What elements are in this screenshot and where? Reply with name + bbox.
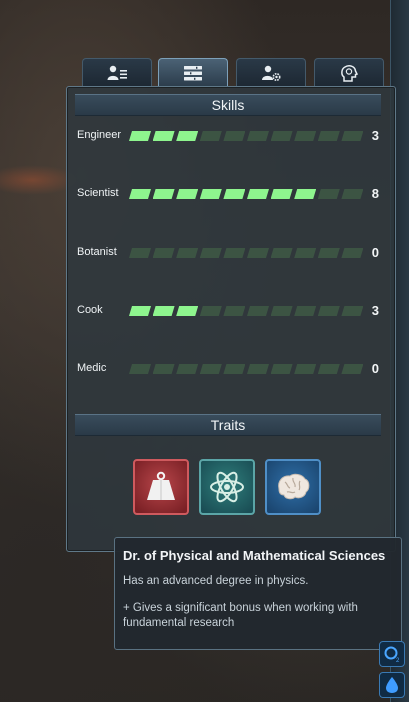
skill-segment xyxy=(223,364,245,374)
skill-segment xyxy=(294,189,316,199)
atom-icon xyxy=(210,471,244,503)
skill-segment xyxy=(129,364,151,374)
skill-segment xyxy=(153,248,175,258)
skill-value: 0 xyxy=(371,361,379,376)
skill-segment xyxy=(341,306,363,316)
skill-segment xyxy=(341,364,363,374)
skill-segment xyxy=(200,364,222,374)
character-panel: Skills Engineer 3 Scientist 8 Botanist 0… xyxy=(66,86,396,552)
skill-row-medic: Medic 0 xyxy=(77,361,387,377)
weight-icon xyxy=(147,471,175,500)
skill-segment xyxy=(223,131,245,141)
skill-bar xyxy=(129,131,365,141)
skill-segment xyxy=(318,189,340,199)
traits-header: Traits xyxy=(75,414,381,436)
skill-segment xyxy=(247,306,269,316)
skill-segment xyxy=(176,248,198,258)
skill-segment xyxy=(176,306,198,316)
skill-row-botanist: Botanist 0 xyxy=(77,245,387,261)
skill-bar xyxy=(129,189,365,199)
brain-icon xyxy=(278,473,310,500)
skill-segment xyxy=(200,189,222,199)
water-button[interactable] xyxy=(379,672,405,698)
trait-atom[interactable] xyxy=(199,459,255,515)
skills-header: Skills xyxy=(75,94,381,116)
skill-name: Engineer xyxy=(77,129,122,141)
skill-segment xyxy=(129,248,151,258)
skill-name: Scientist xyxy=(77,187,119,199)
skill-segment xyxy=(318,364,340,374)
skill-name: Medic xyxy=(77,362,107,374)
skill-segment xyxy=(129,189,151,199)
skills-list-icon xyxy=(184,65,202,80)
skill-name: Cook xyxy=(77,304,103,316)
skill-value: 3 xyxy=(371,128,379,143)
skill-segment xyxy=(200,248,222,258)
skill-segment xyxy=(294,131,316,141)
skill-segment xyxy=(176,364,198,374)
skill-segment xyxy=(271,131,293,141)
skill-segment xyxy=(247,189,269,199)
skill-segment xyxy=(176,189,198,199)
skill-segment xyxy=(294,306,316,316)
tab-settings-person[interactable] xyxy=(236,58,306,86)
skill-segment xyxy=(200,131,222,141)
skill-segment xyxy=(271,189,293,199)
skill-segment xyxy=(200,306,222,316)
skill-name: Botanist xyxy=(77,246,117,258)
person-gear-icon xyxy=(262,65,281,81)
oxygen-icon: 2 xyxy=(384,646,400,664)
skill-segment xyxy=(341,189,363,199)
skill-segment xyxy=(271,364,293,374)
skill-segment xyxy=(247,364,269,374)
character-tabs xyxy=(82,58,386,86)
skill-segment xyxy=(341,248,363,258)
skill-segment xyxy=(223,306,245,316)
skill-segment xyxy=(153,364,175,374)
skill-segment xyxy=(176,131,198,141)
skill-segment xyxy=(223,189,245,199)
traits-list xyxy=(133,459,333,519)
skill-segment xyxy=(153,306,175,316)
skill-segment xyxy=(294,248,316,258)
skill-segment xyxy=(294,364,316,374)
skill-segment xyxy=(271,306,293,316)
skill-value: 8 xyxy=(371,186,379,201)
oxygen-button[interactable]: 2 xyxy=(379,641,405,667)
skill-value: 0 xyxy=(371,245,379,260)
tab-psychology[interactable] xyxy=(314,58,384,86)
svg-text:2: 2 xyxy=(396,658,400,664)
skill-segment xyxy=(341,131,363,141)
trait-brain[interactable] xyxy=(265,459,321,515)
skill-segment xyxy=(318,131,340,141)
trait-tooltip: Dr. of Physical and Mathematical Science… xyxy=(114,537,402,650)
skill-row-cook: Cook 3 xyxy=(77,303,387,319)
skill-segment xyxy=(153,131,175,141)
skill-value: 3 xyxy=(371,303,379,318)
skill-segment xyxy=(318,306,340,316)
tooltip-bonus: + Gives a significant bonus when working… xyxy=(123,602,358,629)
skill-row-scientist: Scientist 8 xyxy=(77,186,387,202)
skill-segment xyxy=(129,306,151,316)
person-list-icon xyxy=(107,65,127,80)
tab-skills[interactable] xyxy=(158,58,228,86)
skill-segment xyxy=(223,248,245,258)
skill-bar xyxy=(129,248,365,258)
skill-row-engineer: Engineer 3 xyxy=(77,128,387,144)
tooltip-description: Has an advanced degree in physics. xyxy=(123,575,309,587)
water-drop-icon xyxy=(386,677,398,693)
head-brain-icon xyxy=(341,64,359,82)
skill-segment xyxy=(129,131,151,141)
skill-segment xyxy=(247,248,269,258)
trait-weight[interactable] xyxy=(133,459,189,515)
skill-segment xyxy=(318,248,340,258)
skill-bar xyxy=(129,306,365,316)
skill-segment xyxy=(247,131,269,141)
tab-profile[interactable] xyxy=(82,58,152,86)
skill-segment xyxy=(153,189,175,199)
skill-segment xyxy=(271,248,293,258)
skill-bar xyxy=(129,364,365,374)
tooltip-title: Dr. of Physical and Mathematical Science… xyxy=(123,548,386,563)
